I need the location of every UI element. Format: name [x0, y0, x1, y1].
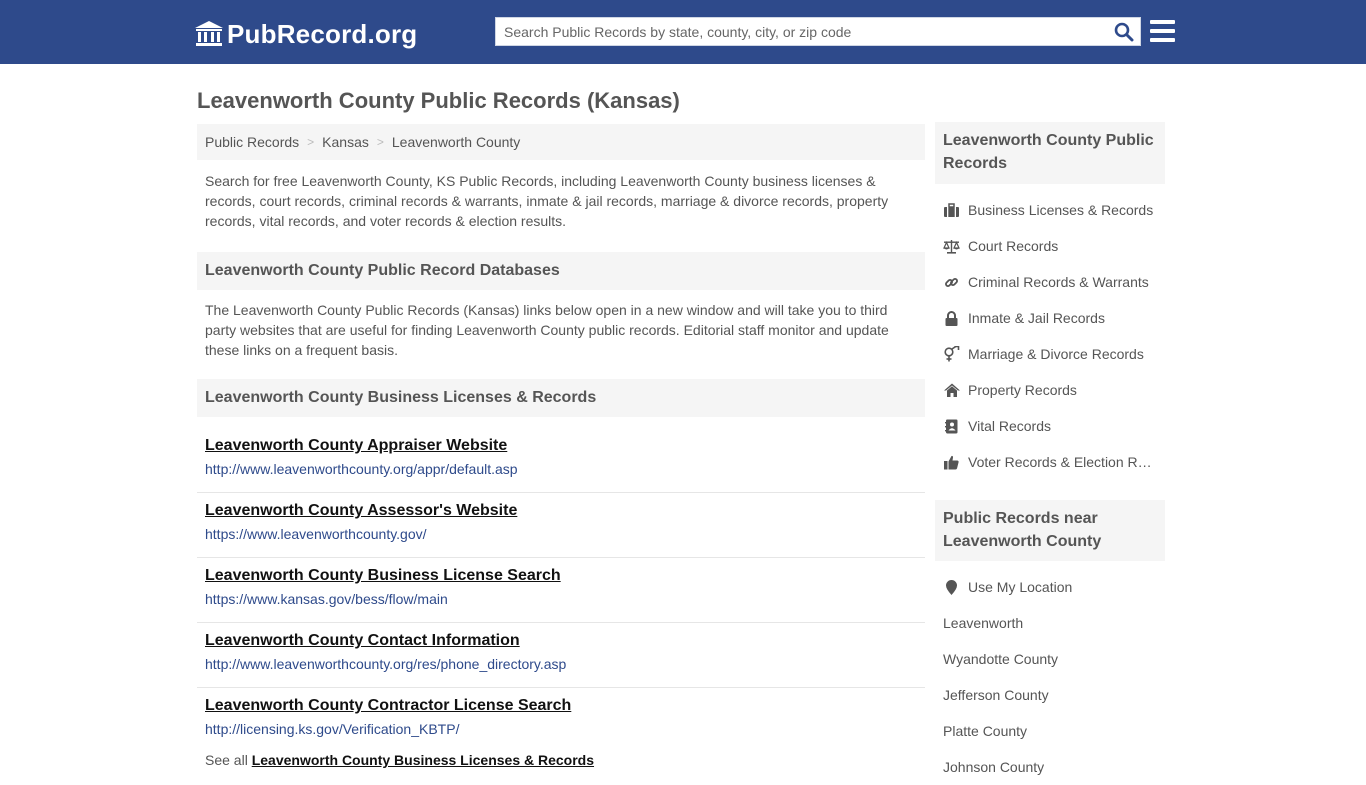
sidebar-item-label: Wyandotte County: [943, 651, 1059, 667]
nearby-item-leavenworth[interactable]: Leavenworth: [943, 605, 1165, 641]
page-title: Leavenworth County Public Records (Kansa…: [197, 88, 680, 113]
link-url: https://www.kansas.gov/bess/flow/main: [205, 591, 448, 607]
list-item: Leavenworth County Contractor License Se…: [197, 688, 925, 753]
list-item: Leavenworth County Assessor's Website ht…: [197, 493, 925, 558]
search-input[interactable]: [496, 18, 1106, 45]
sidebar-item-inmate-records[interactable]: Inmate & Jail Records: [943, 300, 1165, 336]
breadcrumb-public-records[interactable]: Public Records: [205, 134, 299, 150]
sidebar-item-label: Business Licenses & Records: [968, 202, 1154, 218]
business-section-heading: Leavenworth County Business Licenses & R…: [197, 379, 925, 417]
breadcrumb: Public Records > Kansas > Leavenworth Co…: [197, 124, 925, 160]
courthouse-icon: [195, 21, 223, 46]
sidebar-item-court-records[interactable]: Court Records: [943, 228, 1165, 264]
breadcrumb-separator: >: [307, 135, 315, 149]
breadcrumb-current: Leavenworth County: [391, 134, 521, 150]
sidebar-item-label: Criminal Records & Warrants: [968, 274, 1149, 290]
site-logo[interactable]: PubRecord.org: [195, 18, 417, 50]
breadcrumb-kansas[interactable]: Kansas: [322, 134, 369, 150]
search-icon[interactable]: [1114, 22, 1134, 42]
link-url: http://www.leavenworthcounty.org/res/pho…: [205, 656, 567, 672]
scales-icon: [943, 238, 960, 254]
sidebar-item-label: Voter Records & Election Results: [968, 454, 1154, 470]
sidebar-item-property-records[interactable]: Property Records: [943, 372, 1165, 408]
link-title[interactable]: Leavenworth County Assessor's Website: [205, 501, 517, 521]
sidebar-item-label: Marriage & Divorce Records: [968, 346, 1144, 362]
map-marker-icon: [943, 579, 960, 595]
sidebar-item-voter-records[interactable]: Voter Records & Election Results: [943, 444, 1165, 480]
sidebar-item-label: Johnson County: [943, 759, 1045, 775]
sidebar-nearby-heading: Public Records near Leavenworth County: [935, 500, 1165, 561]
nearby-item-jefferson-county[interactable]: Jefferson County: [943, 677, 1165, 713]
list-item: Leavenworth County Contact Information h…: [197, 623, 925, 688]
databases-heading: Leavenworth County Public Record Databas…: [197, 252, 925, 290]
site-header: PubRecord.org: [0, 0, 1366, 64]
sidebar-nearby-list: Use My Location Leavenworth Wyandotte Co…: [943, 569, 1165, 785]
sidebar-item-label: Vital Records: [968, 418, 1052, 434]
business-links-list: Leavenworth County Appraiser Website htt…: [197, 428, 925, 753]
link-title[interactable]: Leavenworth County Appraiser Website: [205, 436, 507, 456]
link-url: http://licensing.ks.gov/Verification_KBT…: [205, 721, 460, 737]
menu-bar: [1150, 38, 1175, 42]
menu-bar: [1150, 29, 1175, 33]
sidebar-records-list: Business Licenses & Records Court Record…: [943, 192, 1165, 480]
lock-icon: [943, 310, 960, 326]
logo-text: PubRecord.org: [227, 18, 418, 49]
databases-description: The Leavenworth County Public Records (K…: [205, 302, 889, 358]
sidebar-item-label: Inmate & Jail Records: [968, 310, 1105, 326]
search-bar: [495, 17, 1141, 46]
sidebar-item-marriage-records[interactable]: Marriage & Divorce Records: [943, 336, 1165, 372]
address-book-icon: [943, 418, 960, 434]
sidebar-item-label: Jefferson County: [943, 687, 1049, 703]
sidebar-records-heading: Leavenworth County Public Records: [935, 122, 1165, 184]
sidebar-item-criminal-records[interactable]: Criminal Records & Warrants: [943, 264, 1165, 300]
thumbs-up-icon: [943, 454, 960, 470]
link-title[interactable]: Leavenworth County Contact Information: [205, 631, 520, 651]
link-url: http://www.leavenworthcounty.org/appr/de…: [205, 461, 518, 477]
list-item: Leavenworth County Appraiser Website htt…: [197, 428, 925, 493]
sidebar-item-label: Court Records: [968, 238, 1059, 254]
intro-text: Search for free Leavenworth County, KS P…: [205, 173, 889, 229]
sidebar-item-label: Leavenworth: [943, 615, 1024, 631]
list-item: Leavenworth County Business License Sear…: [197, 558, 925, 623]
nearby-item-johnson-county[interactable]: Johnson County: [943, 749, 1165, 785]
sidebar-item-label: Property Records: [968, 382, 1077, 398]
briefcase-icon: [943, 202, 960, 218]
sidebar-item-vital-records[interactable]: Vital Records: [943, 408, 1165, 444]
hamburger-menu-icon[interactable]: [1150, 20, 1175, 42]
sidebar-item-label: Platte County: [943, 723, 1028, 739]
nearby-item-platte-county[interactable]: Platte County: [943, 713, 1165, 749]
home-icon: [943, 382, 960, 398]
see-all-link[interactable]: Leavenworth County Business Licenses & R…: [252, 752, 594, 768]
link-title[interactable]: Leavenworth County Business License Sear…: [205, 566, 561, 586]
gender-icon: [943, 346, 960, 362]
sidebar-item-label: Use My Location: [968, 579, 1073, 595]
use-my-location-button[interactable]: Use My Location: [943, 569, 1165, 605]
link-title[interactable]: Leavenworth County Contractor License Se…: [205, 696, 571, 716]
sidebar-item-business-licenses[interactable]: Business Licenses & Records: [943, 192, 1165, 228]
link-url: https://www.leavenworthcounty.gov/: [205, 526, 427, 542]
link-icon: [943, 274, 960, 290]
see-all-prefix: See all: [205, 752, 248, 768]
menu-bar: [1150, 20, 1175, 24]
breadcrumb-separator: >: [376, 135, 384, 149]
see-all-line: See all Leavenworth County Business Lice…: [205, 752, 594, 768]
nearby-item-wyandotte-county[interactable]: Wyandotte County: [943, 641, 1165, 677]
